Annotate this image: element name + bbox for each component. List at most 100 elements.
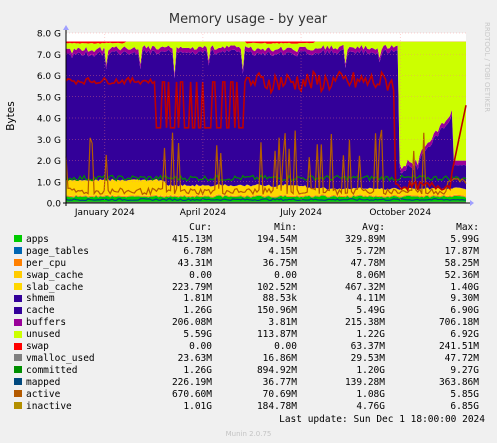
legend-max-value: 6.90G — [450, 305, 479, 317]
y-tick-label: 6.0 G — [37, 72, 61, 82]
legend-cur-value: 670.60M — [171, 388, 212, 400]
legend-series: shmem — [14, 293, 132, 305]
legend-swatch — [14, 294, 22, 302]
legend-swatch — [14, 354, 22, 362]
legend-max-value: 1.40G — [450, 281, 479, 293]
legend-max-value: 6.85G — [450, 400, 479, 412]
legend-cur-value: 23.63M — [177, 352, 212, 364]
legend-cur-value: 0.00 — [189, 269, 212, 281]
legend-max-value: 5.85G — [450, 388, 479, 400]
legend-max-value: 17.87M — [444, 245, 479, 257]
legend-cur-value: 1.01G — [183, 400, 212, 412]
legend-row-active: active 670.60M 70.69M 1.08G 5.85G — [14, 389, 479, 401]
legend-row-shmem: shmem 1.81M 88.53k 4.11M 9.30M — [14, 293, 479, 305]
legend-swatch — [14, 366, 22, 374]
legend-max-value: 6.92G — [450, 329, 479, 341]
legend-series-name: swap — [26, 341, 49, 353]
legend-cur-value: 5.59G — [183, 329, 212, 341]
legend-series: buffers — [14, 317, 132, 329]
legend-cur-value: 226.19M — [171, 376, 212, 388]
legend-min-value: 0.00 — [274, 341, 297, 353]
legend-cur-value: 1.26G — [183, 364, 212, 376]
legend-series: mapped — [14, 377, 132, 389]
legend-series-name: slab_cache — [26, 281, 84, 293]
legend-series: unused — [14, 329, 132, 341]
y-axis-arrow — [63, 25, 69, 30]
legend-min-value: 0.00 — [274, 269, 297, 281]
y-axis-label: Bytes — [5, 101, 17, 130]
legend-avg-value: 1.08G — [356, 388, 385, 400]
legend-header-row: Cur: Min: Avg: Max: — [14, 222, 479, 234]
legend-row-apps: apps 415.13M 194.54M 329.89M 5.99G — [14, 234, 479, 246]
legend-avg-value: 5.49G — [356, 305, 385, 317]
legend-cur-value: 206.08M — [171, 317, 212, 329]
legend-series: cache — [14, 305, 132, 317]
legend-series-name: per_cpu — [26, 257, 67, 269]
legend-series: committed — [14, 365, 132, 377]
legend-max-value: 706.18M — [438, 317, 479, 329]
legend-series-name: shmem — [26, 293, 55, 305]
legend-series-name: committed — [26, 364, 78, 376]
x-axis-ticks: January 2024 April 2024 July 2024 October 2… — [74, 208, 432, 218]
legend-swatch — [14, 271, 22, 279]
legend-series: swap_cache — [14, 270, 132, 282]
legend-min-value: 102.52M — [256, 281, 297, 293]
legend-swatch — [14, 402, 22, 410]
y-tick-label: 1.0 G — [37, 178, 61, 188]
last-update: Last update: Sun Dec 1 18:00:00 2024 — [279, 414, 485, 425]
legend-min-value: 4.15M — [268, 245, 297, 257]
legend-row-unused: unused 5.59G 113.87M 1.22G 6.92G — [14, 329, 479, 341]
x-tick-label: April 2024 — [180, 208, 227, 218]
legend-swatch — [14, 306, 22, 314]
y-tick-label: 7.0 G — [37, 51, 61, 61]
y-tick-label: 2.0 G — [37, 157, 61, 167]
legend-avg-value: 139.28M — [344, 376, 385, 388]
legend-header-avg: Avg: — [362, 222, 385, 233]
y-tick-label: 8.0 G — [37, 30, 61, 40]
x-tick-label: October 2024 — [369, 208, 431, 218]
legend-avg-value: 215.38M — [344, 317, 385, 329]
legend-avg-value: 4.11M — [356, 293, 385, 305]
legend-series-name: cache — [26, 305, 55, 317]
legend-series-name: apps — [26, 233, 49, 245]
stacked-areas — [66, 41, 466, 203]
legend-min-value: 113.87M — [256, 329, 297, 341]
legend-max-value: 241.51M — [438, 341, 479, 353]
legend-avg-value: 4.76G — [356, 400, 385, 412]
legend-avg-value: 1.22G — [356, 329, 385, 341]
legend-swatch — [14, 330, 22, 338]
legend-series: active — [14, 389, 132, 401]
legend-row-page-tables: page_tables 6.78M 4.15M 5.72M 17.87M — [14, 246, 479, 258]
legend-header-min: Min: — [274, 222, 297, 233]
legend-swatch — [14, 247, 22, 255]
x-tick-label: July 2024 — [279, 208, 322, 218]
legend-max-value: 52.36M — [444, 269, 479, 281]
legend-series-name: page_tables — [26, 245, 89, 257]
legend-max-value: 5.99G — [450, 233, 479, 245]
legend-min-value: 36.75M — [262, 257, 297, 269]
legend-cur-value: 415.13M — [171, 233, 212, 245]
legend-cur-value: 0.00 — [189, 341, 212, 353]
legend-series: apps — [14, 234, 132, 246]
chart-title: Memory usage - by year — [169, 12, 328, 27]
legend-cur-value: 1.81M — [183, 293, 212, 305]
legend-max-value: 47.72M — [444, 352, 479, 364]
legend-max-value: 9.30M — [450, 293, 479, 305]
legend-cur-value: 6.78M — [183, 245, 212, 257]
legend-row-swap-cache: swap_cache 0.00 0.00 8.06M 52.36M — [14, 270, 479, 282]
legend-row-committed: committed 1.26G 894.92M 1.20G 9.27G — [14, 365, 479, 377]
munin-version: Munin 2.0.75 — [225, 430, 272, 438]
legend-row-buffers: buffers 206.08M 3.81M 215.38M 706.18M — [14, 317, 479, 329]
legend-row-per-cpu: per_cpu 43.31M 36.75M 47.78M 58.25M — [14, 258, 479, 270]
legend-min-value: 36.77M — [262, 376, 297, 388]
legend-avg-value: 329.89M — [344, 233, 385, 245]
legend-min-value: 3.81M — [268, 317, 297, 329]
legend-series: swap — [14, 341, 132, 353]
legend-swatch — [14, 342, 22, 350]
legend-avg-value: 5.72M — [356, 245, 385, 257]
x-axis-arrow — [470, 200, 474, 206]
legend-series: slab_cache — [14, 282, 132, 294]
memory-chart: Memory usage - by year RRDTOOL / TOBI OE… — [5, 12, 491, 218]
legend-cur-value: 43.31M — [177, 257, 212, 269]
y-tick-label: 4.0 G — [37, 115, 61, 125]
